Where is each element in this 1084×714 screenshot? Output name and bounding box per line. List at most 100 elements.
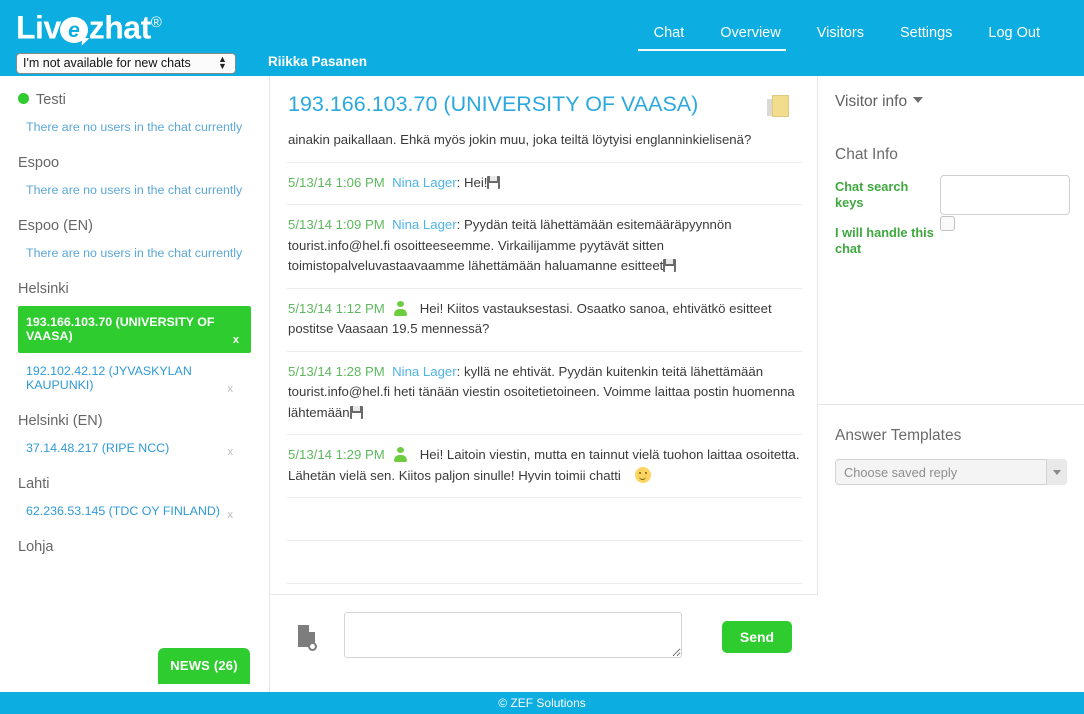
app-logo: Liv e zhat® (16, 4, 162, 47)
visitor-info-section: Visitor info Chat Info Chat search keys … (818, 76, 1084, 405)
sidebar-group-label: Helsinki (EN) (18, 413, 103, 429)
chat-message-spacer (287, 498, 802, 541)
nav-item-settings[interactable]: Settings (882, 23, 970, 43)
sidebar-empty-testi: There are no users in the chat currently (26, 120, 243, 134)
sidebar-item-label: 192.102.42.12 (JYVASKYLAN KAUPUNKI) (26, 364, 192, 392)
message-author: Nina Lager (392, 363, 457, 379)
message-author: Nina Lager (392, 174, 457, 190)
sidebar-empty-espoo: There are no users in the chat currently (26, 183, 243, 197)
close-icon[interactable]: x (228, 508, 234, 522)
visitor-info-header[interactable]: Visitor info (818, 76, 1084, 112)
visitor-info-title: Visitor info (835, 93, 908, 110)
save-disk-icon[interactable] (349, 405, 363, 419)
message-input[interactable] (344, 612, 682, 658)
chat-message: 5/13/14 1:28 PM Nina Lager: kyllä ne eht… (287, 352, 802, 435)
chat-message: 5/13/14 1:06 PM Nina Lager: Hei! (287, 163, 802, 205)
sidebar-empty-espoo-en: There are no users in the chat currently (26, 246, 243, 260)
sidebar-group-label: Helsinki (18, 281, 69, 297)
nav-item-overview[interactable]: Overview (702, 23, 798, 43)
chat-title: 193.166.103.70 (UNIVERSITY OF VAASA) (288, 92, 699, 116)
nav-item-chat[interactable]: Chat (636, 23, 703, 43)
sidebar-group-helsinki: Helsinki (0, 268, 269, 302)
sidebar-group-label: Espoo (18, 155, 60, 171)
answer-templates-section: Answer Templates Choose saved reply SUPP… (818, 406, 1084, 692)
sidebar-group-helsinki-en: Helsinki (EN) (0, 400, 269, 434)
answer-template-select[interactable]: Choose saved reply (835, 459, 1067, 485)
chat-message: 5/13/14 1:29 PM Hei! Laitoin viestin, mut… (287, 435, 802, 498)
availability-status-select[interactable]: I'm not available for new chats (16, 53, 236, 74)
close-icon[interactable]: x (228, 445, 234, 459)
logo-registered-mark: ® (150, 14, 162, 31)
answer-template-select-wrap: Choose saved reply (835, 459, 1067, 485)
handle-chat-label: I will handle this chat (835, 225, 934, 256)
message-colon: : (456, 174, 461, 190)
sidebar-item-visitor-tdc[interactable]: 62.236.53.145 (TDC OY FINLAND) x (0, 497, 269, 526)
sidebar-group-label: Espoo (EN) (18, 218, 93, 234)
visitor-avatar-icon (393, 300, 408, 316)
message-time: 5/13/14 1:29 PM (288, 447, 385, 462)
logo-bubble-letter: e (68, 18, 80, 42)
agent-name-label: Riikka Pasanen (268, 54, 368, 69)
sidebar-group-espoo-en: Espoo (EN) (0, 205, 269, 239)
chat-message: ainakin paikallaan. Ehkä myös jokin muu,… (287, 130, 802, 163)
sidebar-group-label: Lahti (18, 476, 50, 492)
save-disk-icon[interactable] (663, 259, 677, 272)
send-button[interactable]: Send (722, 621, 792, 653)
sidebar-group-label: Testi (36, 92, 66, 108)
visitor-avatar-icon (393, 447, 408, 462)
handle-chat-row: I will handle this chat (818, 211, 1084, 257)
sidebar-item-visitor-vaasa[interactable]: 193.166.103.70 (UNIVERSITY OF VAASA) x (18, 306, 251, 353)
news-button[interactable]: NEWS (26) (158, 648, 250, 684)
sidebar-group-espoo: Espoo (0, 142, 269, 176)
chat-message-spacer (287, 541, 802, 584)
message-list[interactable]: ainakin paikallaan. Ehkä myös jokin muu,… (271, 130, 818, 674)
smiley-emoji-icon (634, 466, 651, 483)
right-panel: Visitor info Chat Info Chat search keys … (818, 76, 1084, 692)
chat-search-keys-label: Chat search keys (835, 179, 909, 210)
message-time: 5/13/14 1:12 PM (288, 300, 385, 316)
logo-text-second: zhat (88, 9, 152, 46)
copyright-text: © ZEF Solutions (498, 696, 586, 710)
close-icon[interactable]: x (233, 333, 239, 347)
attach-file-icon[interactable] (298, 625, 320, 651)
sidebar-item-visitor-jyvaskyla[interactable]: 192.102.42.12 (JYVASKYLAN KAUPUNKI) x (0, 357, 269, 400)
online-status-dot-icon (18, 93, 29, 104)
main-navigation: Chat Overview Visitors Settings Log Out (636, 23, 1058, 43)
footer-bar: © ZEF Solutions (0, 692, 1084, 714)
message-composer: Send (271, 594, 818, 692)
nav-active-underline (638, 49, 786, 51)
sidebar-group-lahti: Lahti (0, 463, 269, 497)
nav-item-visitors[interactable]: Visitors (799, 23, 882, 43)
nav-item-logout[interactable]: Log Out (970, 23, 1058, 43)
sticky-note-icon[interactable] (767, 94, 791, 120)
chat-list-sidebar: Testi There are no users in the chat cur… (0, 76, 270, 692)
message-colon: : (456, 217, 461, 232)
message-colon: : (456, 363, 461, 379)
sidebar-item-label: 193.166.103.70 (UNIVERSITY OF VAASA) (26, 315, 215, 343)
livezhat-app: Liv e zhat® I'm not available for new chat… (0, 0, 1084, 714)
logo-text-first: Liv (16, 9, 61, 46)
chat-message: 5/13/14 1:12 PM Hei! Kiitos vastauksestas… (287, 289, 802, 352)
speech-bubble-icon: e (59, 16, 90, 47)
chat-info-title: Chat Info (835, 146, 898, 163)
chat-search-keys-row: Chat search keys (818, 165, 1084, 215)
sidebar-item-visitor-ripe[interactable]: 37.14.48.217 (RIPE NCC) x (0, 434, 269, 463)
sidebar-item-label: 37.14.48.217 (RIPE NCC) (26, 441, 170, 455)
chat-search-keys-input[interactable] (940, 175, 1070, 215)
close-icon[interactable]: x (228, 382, 234, 396)
handle-chat-checkbox[interactable] (940, 216, 955, 231)
chat-message: 5/13/14 1:09 PM Nina Lager: Pyydän teitä… (287, 205, 802, 289)
message-time: 5/13/14 1:28 PM (288, 363, 385, 379)
chat-panel: 193.166.103.70 (UNIVERSITY OF VAASA) ain… (271, 76, 818, 692)
message-time: 5/13/14 1:06 PM (288, 174, 385, 190)
chevron-down-icon[interactable] (913, 97, 924, 103)
top-header-bar: Liv e zhat® I'm not available for new chat… (0, 0, 1084, 76)
message-author: Nina Lager (392, 217, 457, 232)
sidebar-group-testi: Testi (0, 76, 269, 113)
save-disk-icon[interactable] (487, 175, 501, 189)
sidebar-group-label: Lohja (18, 539, 54, 555)
message-time: 5/13/14 1:09 PM (288, 217, 385, 232)
answer-templates-title: Answer Templates (835, 427, 962, 444)
sidebar-group-lohja: Lohja (0, 526, 269, 560)
sidebar-item-label: 62.236.53.145 (TDC OY FINLAND) (26, 504, 220, 518)
